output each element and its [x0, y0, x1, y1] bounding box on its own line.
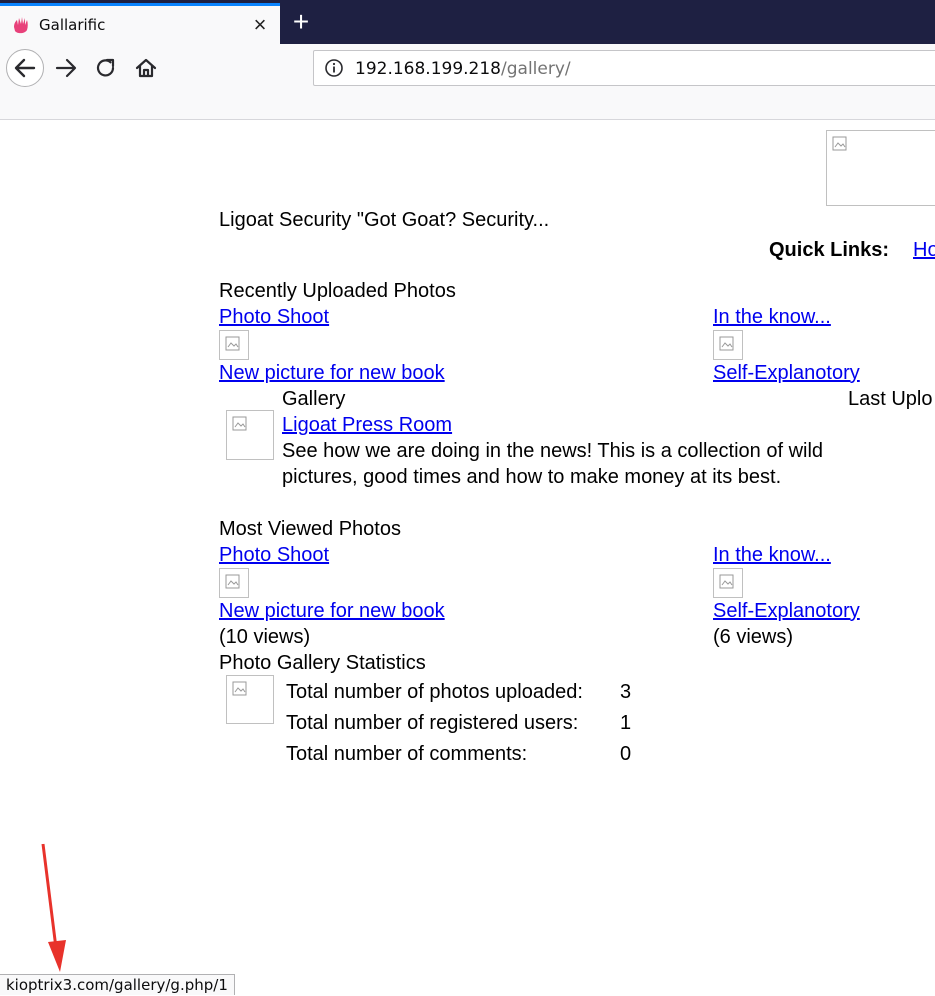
- recent-photos-heading: Recently Uploaded Photos: [219, 280, 456, 302]
- stats-label: Total number of comments:: [286, 743, 528, 765]
- recent-photo-thumb-1[interactable]: [219, 330, 249, 360]
- viewed-album-link-2[interactable]: In the know...: [713, 543, 831, 567]
- gallery-description: See how we are doing in the news! This i…: [282, 440, 824, 488]
- status-bar-url: kioptrix3.com/gallery/g.php/1: [0, 974, 235, 995]
- recent-album-link-1[interactable]: Photo Shoot: [219, 305, 329, 329]
- broken-image-icon: [719, 574, 734, 589]
- info-icon[interactable]: [324, 58, 344, 78]
- arrow-left-icon: [14, 58, 36, 78]
- close-tab-icon[interactable]: ×: [250, 14, 270, 36]
- tab-title: Gallarific: [39, 16, 106, 34]
- site-title: Ligoat Security "Got Goat? Security...: [219, 209, 550, 231]
- last-upload-heading: Last Uplo: [848, 388, 933, 410]
- broken-image-icon: [232, 416, 247, 431]
- gallery-thumb[interactable]: [226, 410, 274, 460]
- browser-tab[interactable]: Gallarific ×: [0, 3, 280, 44]
- gallery-title-link[interactable]: Ligoat Press Room: [282, 413, 452, 437]
- quick-link-home[interactable]: Ho: [913, 238, 935, 262]
- broken-image-icon: [225, 574, 240, 589]
- url-text[interactable]: 192.168.199.218/gallery/: [355, 59, 571, 79]
- viewed-photo-count-1: (10 views): [219, 626, 311, 648]
- back-button[interactable]: [6, 49, 44, 87]
- stats-heading: Photo Gallery Statistics: [219, 652, 426, 674]
- broken-image-icon: [832, 136, 847, 151]
- gallery-heading: Gallery: [282, 388, 346, 410]
- hand-favicon-icon: [14, 17, 28, 34]
- reload-button[interactable]: [88, 50, 124, 86]
- tab-strip: Gallarific × +: [0, 0, 935, 44]
- page-content: Ligoat Security "Got Goat? Security... Q…: [0, 120, 935, 995]
- viewed-photo-thumb-1[interactable]: [219, 568, 249, 598]
- url-path: /gallery/: [501, 59, 571, 79]
- site-logo-image: [826, 130, 935, 206]
- arrow-right-icon: [55, 58, 77, 78]
- recent-photo-title-1[interactable]: New picture for new book: [219, 361, 445, 385]
- broken-image-icon: [719, 336, 734, 351]
- broken-image-icon: [225, 336, 240, 351]
- viewed-photo-title-2[interactable]: Self-Explanotory: [713, 599, 860, 623]
- viewed-photo-thumb-2[interactable]: [713, 568, 743, 598]
- forward-button[interactable]: [48, 50, 84, 86]
- most-viewed-heading: Most Viewed Photos: [219, 518, 401, 540]
- recent-photo-thumb-2[interactable]: [713, 330, 743, 360]
- viewed-album-link-1[interactable]: Photo Shoot: [219, 543, 329, 567]
- stats-value: 1: [620, 712, 632, 734]
- stats-label: Total number of registered users:: [286, 712, 579, 734]
- new-tab-button[interactable]: +: [286, 7, 316, 37]
- recent-album-link-2[interactable]: In the know...: [713, 305, 831, 329]
- annotation-arrow-icon: [41, 843, 66, 972]
- navigation-toolbar: 192.168.199.218/gallery/: [0, 44, 935, 120]
- stats-value: 3: [620, 681, 632, 703]
- url-bar[interactable]: 192.168.199.218/gallery/: [313, 50, 935, 86]
- broken-image-icon: [232, 681, 247, 696]
- stats-value: 0: [620, 743, 632, 765]
- home-icon: [135, 58, 157, 78]
- reload-icon: [96, 58, 115, 77]
- stats-image: [226, 675, 274, 724]
- stats-label: Total number of photos uploaded:: [286, 681, 583, 703]
- url-host: 192.168.199.218: [355, 59, 502, 79]
- viewed-photo-count-2: (6 views): [713, 626, 794, 648]
- viewed-photo-title-1[interactable]: New picture for new book: [219, 599, 445, 623]
- home-button[interactable]: [128, 50, 164, 86]
- recent-photo-title-2[interactable]: Self-Explanotory: [713, 361, 860, 385]
- quick-links-label: Quick Links:: [769, 239, 890, 261]
